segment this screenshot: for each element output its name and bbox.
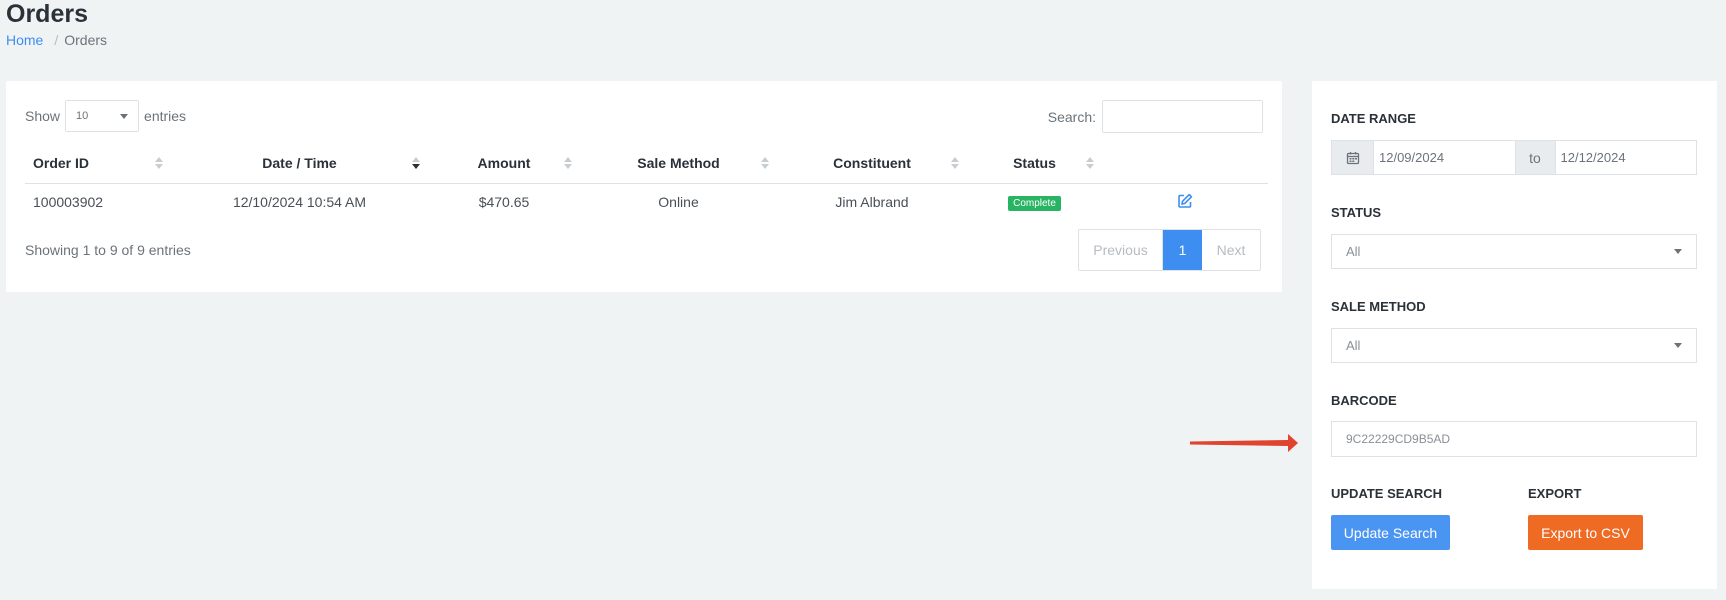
sort-icon xyxy=(564,157,572,169)
cell-status: Complete xyxy=(967,183,1102,221)
column-header-constituent[interactable]: Constituent xyxy=(777,143,967,184)
breadcrumb: Home / Orders xyxy=(6,31,107,49)
update-search-button[interactable]: Update Search xyxy=(1331,515,1450,550)
cell-amount: $470.65 xyxy=(478,194,530,211)
breadcrumb-current: Orders xyxy=(64,32,108,48)
sale-method-select-value: All xyxy=(1346,338,1361,353)
table-header-row: Order ID Date / Time Amount Sale Method … xyxy=(25,143,1268,184)
page-title: Orders xyxy=(6,0,88,28)
column-header-label: Amount xyxy=(477,154,531,171)
show-entries: Show 10 entries xyxy=(25,100,186,132)
status-select[interactable]: All xyxy=(1331,234,1697,269)
sort-icon xyxy=(1086,157,1094,169)
filter-panel: DATE RANGE 12/09/2024 to 12/12/2024 STAT… xyxy=(1312,81,1717,589)
status-select-value: All xyxy=(1346,244,1361,259)
status-label: STATUS xyxy=(1331,205,1382,220)
barcode-input[interactable]: 9C22229CD9B5AD xyxy=(1331,421,1697,457)
orders-table-card: Show 10 entries Search: Order ID Date / … xyxy=(6,81,1282,292)
sale-method-select[interactable]: All xyxy=(1331,328,1697,363)
pagination-page-1[interactable]: 1 xyxy=(1163,230,1202,270)
date-to-input[interactable]: 12/12/2024 xyxy=(1556,141,1697,174)
sort-descending-icon xyxy=(412,157,420,169)
export-csv-button[interactable]: Export to CSV xyxy=(1528,515,1643,550)
pagination-next-button[interactable]: Next xyxy=(1202,230,1260,270)
column-header-amount[interactable]: Amount xyxy=(428,143,580,184)
sale-method-label: SALE METHOD xyxy=(1331,299,1426,314)
column-header-label: Date / Time xyxy=(262,154,337,171)
column-header-order-id[interactable]: Order ID xyxy=(25,143,171,184)
cell-constituent: Jim Albrand xyxy=(835,194,909,211)
column-header-status[interactable]: Status xyxy=(967,143,1102,184)
table-info: Showing 1 to 9 of 9 entries xyxy=(25,242,191,258)
entries-label: entries xyxy=(144,108,187,124)
search-label: Search: xyxy=(1047,108,1096,125)
column-header-label: Sale Method xyxy=(637,154,720,171)
sort-icon xyxy=(951,157,959,169)
date-range-label: DATE RANGE xyxy=(1331,111,1416,126)
column-header-actions xyxy=(1102,143,1268,184)
cell-actions xyxy=(1102,183,1268,221)
table-search: Search: xyxy=(1048,100,1263,133)
cell-order-id: 100003902 xyxy=(33,194,104,211)
update-search-label: UPDATE SEARCH xyxy=(1331,486,1442,501)
pagination: Previous 1 Next xyxy=(1078,229,1261,271)
chevron-down-icon xyxy=(1674,343,1682,348)
barcode-label: BARCODE xyxy=(1331,393,1397,408)
pagination-previous-button[interactable]: Previous xyxy=(1079,230,1163,270)
column-header-label: Constituent xyxy=(833,154,911,171)
breadcrumb-home-link[interactable]: Home xyxy=(6,31,43,49)
annotation-arrow-icon xyxy=(1190,434,1298,452)
cell-date-time: 12/10/2024 10:54 AM xyxy=(232,194,367,211)
date-range-group: 12/09/2024 to 12/12/2024 xyxy=(1331,140,1697,175)
calendar-icon[interactable] xyxy=(1332,141,1374,174)
column-header-date-time[interactable]: Date / Time xyxy=(171,143,428,184)
breadcrumb-separator: / xyxy=(54,32,59,48)
column-header-label: Status xyxy=(1013,154,1056,171)
export-label: EXPORT xyxy=(1528,486,1582,501)
orders-table: Order ID Date / Time Amount Sale Method … xyxy=(25,143,1268,221)
column-header-label: Order ID xyxy=(33,154,90,171)
sort-icon xyxy=(155,157,163,169)
chevron-down-icon xyxy=(120,113,129,119)
entries-select[interactable]: 10 xyxy=(65,100,140,132)
status-badge: Complete xyxy=(1008,196,1061,212)
table-row[interactable]: 100003902 12/10/2024 10:54 AM $470.65 On… xyxy=(25,183,1268,221)
entries-select-value: 10 xyxy=(76,110,89,122)
sort-icon xyxy=(761,157,769,169)
search-input[interactable] xyxy=(1102,100,1263,133)
cell-sale-method: Online xyxy=(658,194,699,211)
column-header-sale-method[interactable]: Sale Method xyxy=(580,143,777,184)
show-label: Show xyxy=(25,108,61,124)
date-from-input[interactable]: 12/09/2024 xyxy=(1374,141,1515,174)
chevron-down-icon xyxy=(1674,249,1682,254)
edit-icon[interactable] xyxy=(1177,193,1193,212)
date-to-label: to xyxy=(1514,141,1556,174)
